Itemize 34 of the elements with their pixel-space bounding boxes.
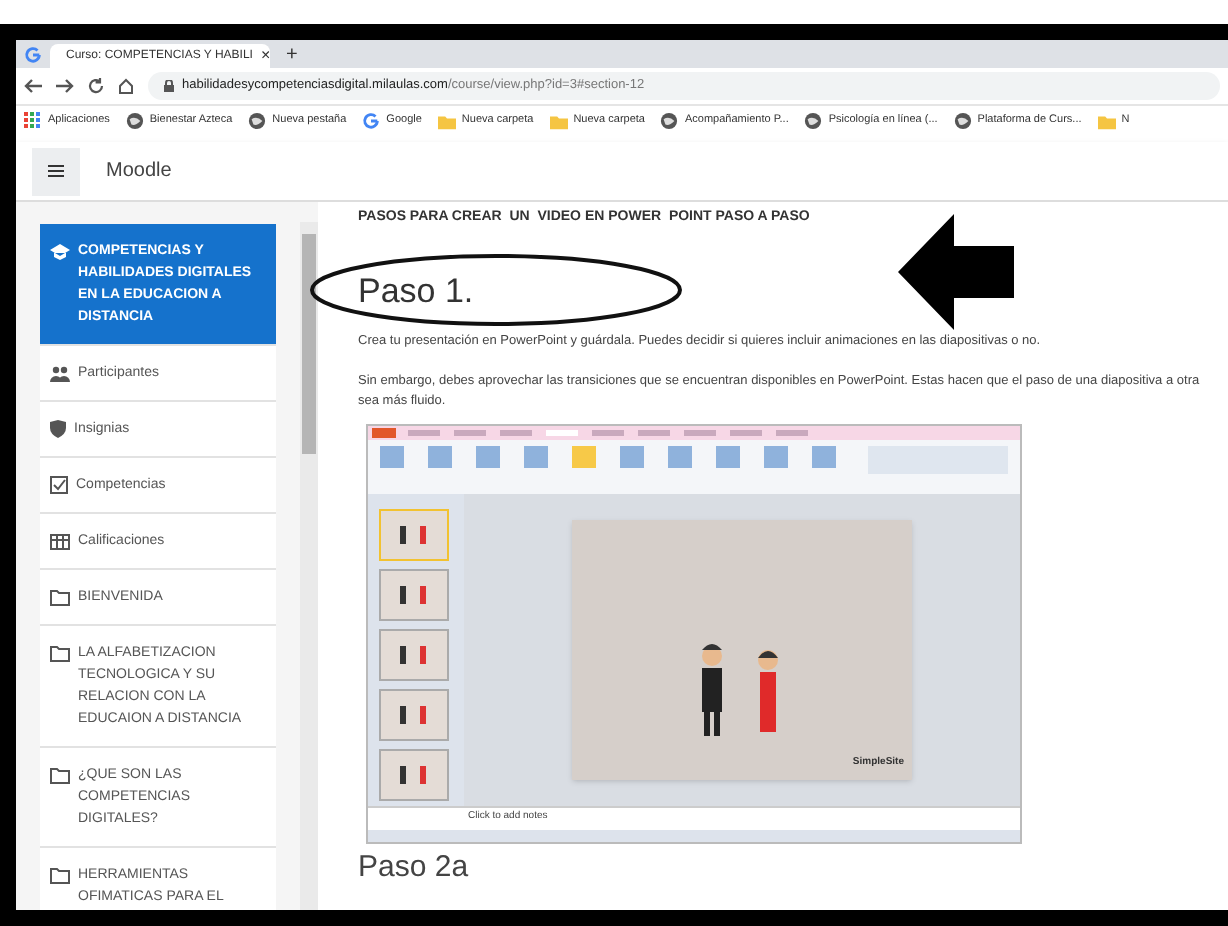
users-icon: [50, 365, 70, 381]
globe-icon: [804, 112, 823, 130]
globe-icon: [953, 112, 972, 130]
shield-icon: [50, 420, 66, 438]
step-heading: Paso 2a: [358, 851, 471, 881]
folder-icon: [50, 646, 70, 662]
reload-icon[interactable]: [88, 78, 104, 94]
globe-icon: [248, 112, 267, 130]
forward-icon[interactable]: [56, 78, 74, 94]
apps-icon: [24, 112, 42, 130]
graduation-cap-icon: [50, 244, 70, 260]
site-brand[interactable]: Moodle: [106, 156, 172, 186]
close-tab-button[interactable]: ×: [260, 44, 271, 68]
arrow-annotation: [898, 214, 1014, 330]
folder-icon: [549, 113, 568, 129]
menu-button[interactable]: [32, 147, 80, 195]
globe-icon: [660, 112, 679, 130]
new-tab-button[interactable]: +: [278, 44, 306, 68]
home-icon[interactable]: [118, 78, 134, 94]
back-icon[interactable]: [24, 78, 42, 94]
table-icon: [50, 533, 70, 549]
folder-icon: [50, 768, 70, 784]
step-heading: Paso 1.: [358, 273, 474, 307]
globe-icon: [125, 112, 144, 130]
google-icon: [362, 112, 381, 130]
google-icon[interactable]: [24, 46, 42, 64]
folder-icon: [437, 113, 456, 129]
folder-icon: [50, 868, 70, 884]
lock-icon: [164, 80, 174, 92]
folder-icon: [50, 590, 70, 606]
checkbox-icon: [50, 476, 68, 494]
scrollbar-thumb[interactable]: [302, 234, 316, 454]
menu-icon: [48, 164, 64, 178]
folder-icon: [1097, 113, 1116, 129]
